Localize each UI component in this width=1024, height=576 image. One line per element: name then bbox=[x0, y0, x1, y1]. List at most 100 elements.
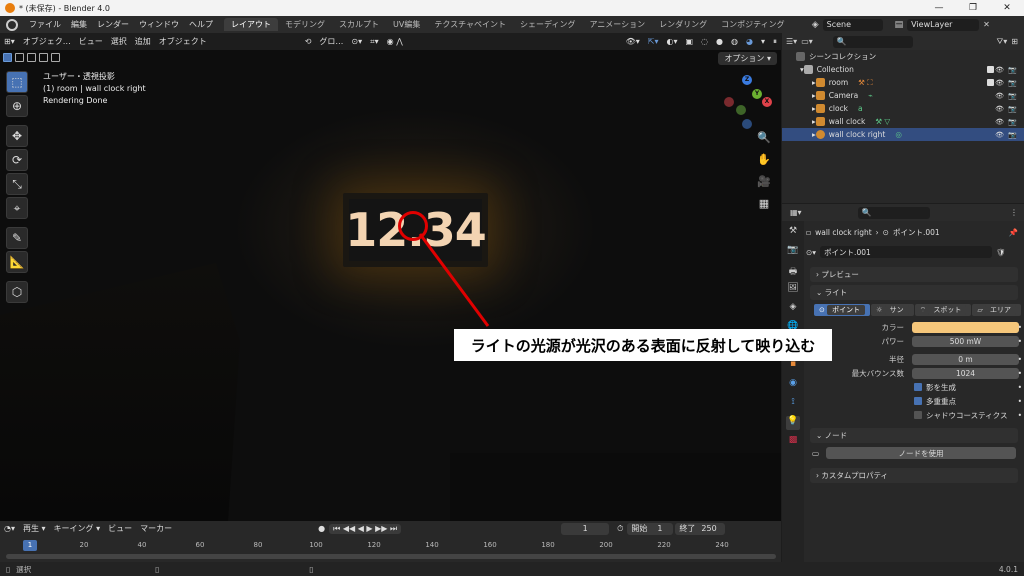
shading-solid-icon[interactable]: ● bbox=[712, 37, 727, 46]
gizmo-x-axis[interactable]: X bbox=[762, 97, 772, 107]
light-type-point[interactable]: ⊙ ポイント bbox=[814, 304, 871, 316]
object-tab-icon[interactable]: ▪ bbox=[786, 359, 800, 373]
display-mode-icon[interactable]: ▭▾ bbox=[801, 37, 813, 46]
editor-type-icon[interactable]: ⊞▾ bbox=[0, 37, 19, 46]
tool-tab-icon[interactable]: ⚒ bbox=[786, 226, 800, 240]
tab-layout[interactable]: レイアウト bbox=[224, 18, 278, 31]
light-panel-header[interactable]: ⌄ ライト bbox=[810, 285, 1018, 300]
playback-controls[interactable]: ⏮ ◀◀ ◀ ▶ ▶▶ ⏭ bbox=[329, 523, 402, 534]
tab-rendering[interactable]: レンダリング bbox=[652, 18, 714, 31]
rotate-tool-icon[interactable]: ⟳ bbox=[6, 149, 28, 171]
multiple-importance-checkbox[interactable] bbox=[914, 397, 922, 405]
menu-keying[interactable]: キーイング ▾ bbox=[50, 523, 105, 534]
menu-view[interactable]: ビュー bbox=[75, 36, 107, 47]
menu-edit[interactable]: 編集 bbox=[66, 19, 92, 30]
render-camera-icon[interactable]: 📷 bbox=[1008, 92, 1017, 100]
menu-window[interactable]: ウィンドウ bbox=[134, 19, 184, 30]
gizmo-y-axis[interactable]: Y bbox=[752, 89, 762, 99]
ortho-grid-icon[interactable]: ▦ bbox=[756, 197, 772, 213]
options-dropdown[interactable]: オプション ▾ bbox=[718, 52, 777, 65]
properties-search[interactable]: 🔍 bbox=[857, 206, 930, 219]
maximize-button[interactable]: ❐ bbox=[956, 3, 990, 13]
outliner-editor-icon[interactable]: ☰▾ bbox=[786, 37, 797, 46]
menu-help[interactable]: ヘルプ bbox=[184, 19, 218, 30]
select-invert-icon[interactable] bbox=[39, 53, 48, 62]
render-camera-icon[interactable]: 📷 bbox=[1008, 131, 1017, 139]
record-icon[interactable]: ● bbox=[314, 524, 329, 533]
scale-tool-icon[interactable]: ⤡ bbox=[6, 173, 28, 195]
transform-orientation-icon[interactable]: ⟲ bbox=[301, 37, 316, 46]
texture-tab-icon[interactable]: ▩ bbox=[786, 435, 800, 449]
eye-icon[interactable]: 👁 bbox=[995, 105, 1004, 113]
scene-icon[interactable]: ◈ bbox=[812, 20, 819, 30]
blender-menu-icon[interactable] bbox=[6, 18, 18, 31]
output-tab-icon[interactable]: 🖶 bbox=[786, 264, 800, 278]
constraints-tab-icon[interactable]: ⟟ bbox=[786, 397, 800, 411]
custom-props-panel[interactable]: › カスタムプロパティ bbox=[810, 468, 1018, 483]
timeline-editor-icon[interactable]: ◔▾ bbox=[0, 524, 19, 533]
xray-icon[interactable]: ▣ bbox=[681, 37, 697, 46]
navigation-gizmo[interactable]: Z Y X bbox=[718, 73, 776, 131]
shading-options-icon[interactable]: ▾ bbox=[757, 37, 769, 46]
light-type-area[interactable]: ▱ エリア bbox=[972, 304, 1022, 316]
timeline-ruler[interactable]: 1 20 40 60 80 100 120 140 160 180 200 220 240 bbox=[0, 538, 781, 552]
menu-marker[interactable]: マーカー bbox=[136, 523, 176, 534]
color-swatch[interactable] bbox=[912, 321, 1019, 333]
eye-icon[interactable]: 👁 bbox=[995, 79, 1004, 87]
view-layer-field[interactable]: ViewLayer bbox=[907, 18, 980, 31]
start-frame-field[interactable]: 開始 1 bbox=[627, 522, 674, 535]
tab-sculpt[interactable]: スカルプト bbox=[332, 18, 386, 31]
use-nodes-button[interactable]: ノードを使用 bbox=[826, 447, 1016, 459]
gizmo-z-axis[interactable]: Z bbox=[742, 75, 752, 85]
timeline-scrollbar[interactable] bbox=[6, 554, 776, 559]
scene-tab-icon[interactable]: ◈ bbox=[786, 302, 800, 316]
filter-icon[interactable]: ⛛▾ bbox=[997, 37, 1008, 47]
remove-view-layer-icon[interactable]: ✕ bbox=[983, 20, 990, 29]
menu-select[interactable]: 選択 bbox=[107, 36, 131, 47]
3d-viewport[interactable]: ⊞▾ オブジェク… ビュー 選択 追加 オブジェクト ⟲ グロ… ⊙▾ ⌗▾ ◉… bbox=[0, 33, 781, 521]
render-tab-icon[interactable]: 📷 bbox=[786, 245, 800, 259]
cursor-tool-icon[interactable]: ⊕ bbox=[6, 95, 28, 117]
select-subtract-icon[interactable] bbox=[27, 53, 36, 62]
cast-shadow-checkbox[interactable] bbox=[914, 383, 922, 391]
view-layer-icon[interactable]: ▤ bbox=[895, 20, 904, 30]
menu-object[interactable]: オブジェクト bbox=[155, 36, 211, 47]
transform-orientation-select[interactable]: グロ… bbox=[315, 36, 347, 47]
shading-material-icon[interactable]: ◍ bbox=[727, 37, 742, 46]
tab-modeling[interactable]: モデリング bbox=[278, 18, 332, 31]
close-button[interactable]: ✕ bbox=[990, 3, 1024, 13]
mode-select[interactable]: オブジェク… bbox=[19, 36, 75, 47]
select-intersect-icon[interactable] bbox=[51, 53, 60, 62]
transform-tool-icon[interactable]: ⌖ bbox=[6, 197, 28, 219]
keyframe-dot-icon[interactable]: • bbox=[1018, 397, 1022, 406]
select-extend-icon[interactable] bbox=[15, 53, 24, 62]
preview-panel[interactable]: › プレビュー bbox=[810, 267, 1018, 282]
menu-add[interactable]: 追加 bbox=[131, 36, 155, 47]
nodes-panel-header[interactable]: ⌄ ノード bbox=[810, 428, 1018, 443]
camera-view-icon[interactable]: 🎥 bbox=[756, 175, 772, 191]
frame-cursor[interactable]: 1 bbox=[23, 540, 37, 551]
outliner-item-wall-clock[interactable]: ▸ wall clock ⚒ ▽ 👁 📷 bbox=[782, 115, 1024, 128]
pin-icon[interactable]: 📌 bbox=[1009, 228, 1018, 237]
keyframe-dot-icon[interactable]: • bbox=[1018, 323, 1022, 332]
menu-view[interactable]: ビュー bbox=[104, 523, 136, 534]
overlay-icon[interactable]: ◐▾ bbox=[662, 37, 681, 46]
shading-wire-icon[interactable]: ◌ bbox=[697, 37, 712, 46]
outliner-item-wall-clock-right[interactable]: ▸ wall clock right ◎ 👁 📷 bbox=[782, 128, 1024, 141]
keyframe-dot-icon[interactable]: • bbox=[1018, 369, 1022, 378]
shading-rendered-icon[interactable]: ◕ bbox=[742, 37, 757, 46]
light-data-tab-icon[interactable]: 💡 bbox=[786, 416, 800, 430]
gizmo-toggle-icon[interactable]: ⇱▾ bbox=[644, 37, 663, 46]
menu-playback[interactable]: 再生 ▾ bbox=[19, 523, 50, 534]
tab-uv[interactable]: UV編集 bbox=[386, 18, 427, 31]
select-new-icon[interactable] bbox=[3, 53, 12, 62]
sidebar-toggle-icon[interactable]: ⏸ bbox=[769, 37, 781, 47]
minimize-button[interactable]: — bbox=[922, 3, 956, 13]
tab-texture-paint[interactable]: テクスチャペイント bbox=[427, 18, 513, 31]
power-field[interactable]: 500 mW bbox=[912, 335, 1019, 347]
proportional-edit-icon[interactable]: ◉ ⋀ bbox=[383, 37, 407, 46]
visibility-icon[interactable]: 👁▾ bbox=[622, 37, 644, 46]
pan-hand-icon[interactable]: ✋ bbox=[756, 153, 772, 169]
bounce-field[interactable]: 1024 bbox=[912, 367, 1019, 379]
render-camera-icon[interactable]: 📷 bbox=[1008, 79, 1017, 87]
